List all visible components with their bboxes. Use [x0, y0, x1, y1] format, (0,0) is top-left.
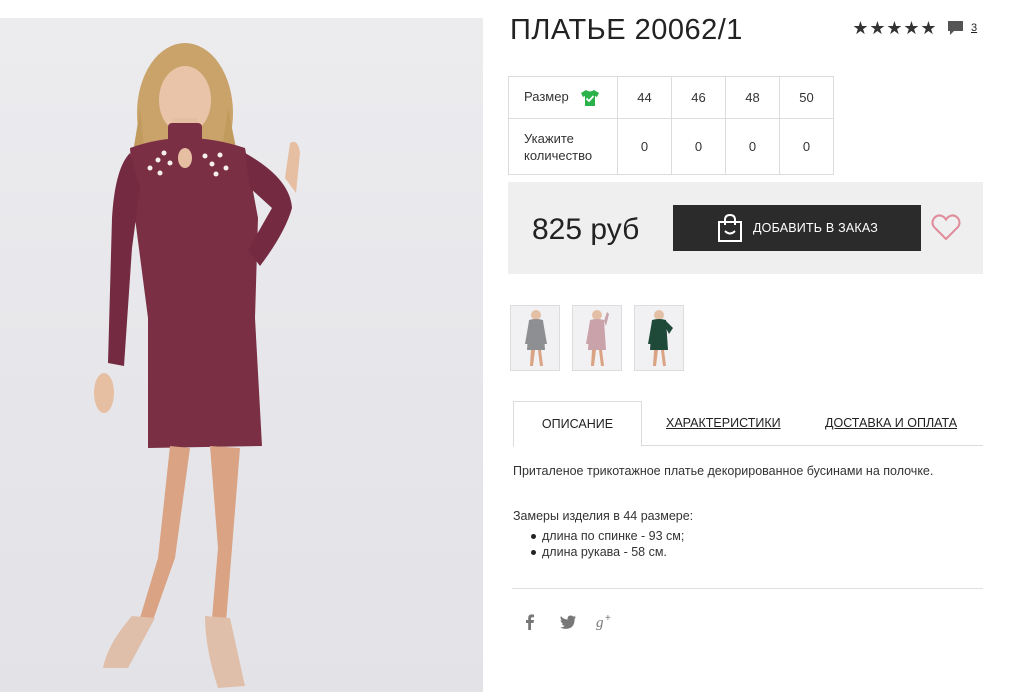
size-label-cell: Размер	[508, 76, 618, 119]
color-variants	[510, 305, 684, 371]
tab-delivery-payment[interactable]: ДОСТАВКА И ОПЛАТА	[825, 401, 957, 446]
heart-icon[interactable]	[931, 213, 961, 241]
qty-label: Укажите количество	[508, 118, 618, 175]
rating-bar: ★ ★ ★ ★ ★ 3	[852, 18, 977, 38]
variant-thumb-pink[interactable]	[572, 305, 622, 371]
description-intro: Приталеное трикотажное платье декорирова…	[513, 464, 934, 478]
google-plus-icon[interactable]: g +	[596, 612, 616, 632]
social-share: g +	[520, 612, 616, 632]
shirt-check-icon[interactable]	[580, 89, 600, 107]
buy-box: 825 руб ДОБАВИТЬ В ЗАКАЗ	[508, 182, 983, 274]
twitter-icon[interactable]	[558, 612, 578, 632]
facebook-icon[interactable]	[520, 612, 540, 632]
product-title: ПЛАТЬЕ 20062/1	[510, 14, 743, 46]
size-label: Размер	[524, 89, 569, 105]
size-48: 48	[725, 76, 780, 119]
measurements-title: Замеры изделия в 44 размере:	[513, 509, 694, 523]
size-row: Размер 44 46 48 50	[508, 76, 834, 119]
tab-description[interactable]: ОПИСАНИЕ	[513, 401, 642, 447]
add-to-order-label: ДОБАВИТЬ В ЗАКАЗ	[753, 221, 879, 235]
qty-input-50[interactable]: 0	[779, 118, 834, 175]
measurements-list: длина по спинке - 93 см; длина рукава - …	[513, 528, 983, 560]
svg-text:g: g	[596, 615, 604, 631]
product-tabs: ОПИСАНИЕ ХАРАКТЕРИСТИКИ ДОСТАВКА И ОПЛАТ…	[513, 401, 983, 447]
product-main-photo	[0, 18, 483, 692]
star-icon[interactable]: ★	[920, 18, 937, 38]
star-icon[interactable]: ★	[903, 18, 920, 38]
green-dress-thumbnail	[648, 310, 673, 366]
size-50: 50	[779, 76, 834, 119]
grey-dress-thumbnail	[525, 310, 547, 366]
divider	[512, 588, 983, 589]
variant-thumb-grey[interactable]	[510, 305, 560, 371]
svg-text:+: +	[605, 613, 611, 624]
variant-thumb-green[interactable]	[634, 305, 684, 371]
list-item: длина рукава - 58 см.	[513, 544, 983, 560]
size-46: 46	[671, 76, 726, 119]
list-item: длина по спинке - 93 см;	[513, 528, 983, 544]
star-icon[interactable]: ★	[886, 18, 903, 38]
description-panel: Приталеное трикотажное платье декорирова…	[513, 463, 983, 560]
price: 825 руб	[532, 213, 640, 246]
model-illustration	[94, 43, 300, 688]
review-count-link[interactable]: 3	[971, 22, 977, 34]
tab-characteristics[interactable]: ХАРАКТЕРИСТИКИ	[666, 401, 781, 446]
qty-input-44[interactable]: 0	[617, 118, 672, 175]
qty-input-48[interactable]: 0	[725, 118, 780, 175]
pink-dress-thumbnail	[586, 310, 609, 366]
shopping-bag-icon	[718, 213, 742, 242]
quantity-row: Укажите количество 0 0 0 0	[508, 118, 834, 175]
add-to-order-button[interactable]: ДОБАВИТЬ В ЗАКАЗ	[673, 205, 921, 251]
qty-input-46[interactable]: 0	[671, 118, 726, 175]
star-icon[interactable]: ★	[869, 18, 886, 38]
rating-stars[interactable]: ★ ★ ★ ★ ★	[852, 18, 937, 38]
size-44: 44	[617, 76, 672, 119]
star-icon[interactable]: ★	[852, 18, 869, 38]
comment-icon[interactable]	[947, 19, 964, 37]
size-quantity-table: Размер 44 46 48 50 Укажите количество 0 …	[508, 76, 834, 175]
